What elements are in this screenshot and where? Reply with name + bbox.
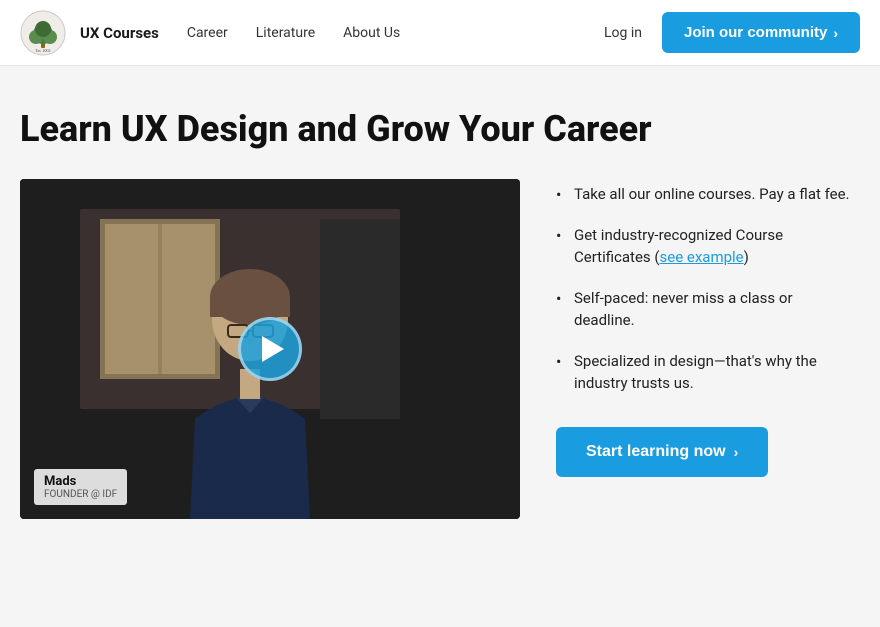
content-row: Mads FOUNDER @ IDF Take all our online c…	[20, 179, 850, 519]
video-person-role: FOUNDER @ IDF	[44, 489, 117, 500]
feature-item-2: Get industry-recognized Course Certifica…	[556, 224, 850, 269]
join-chevron-icon: ›	[833, 25, 838, 41]
right-content: Take all our online courses. Pay a flat …	[556, 179, 850, 477]
navbar: Est. 2002 UX Courses Career Literature A…	[0, 0, 880, 66]
join-community-label: Join our community	[684, 24, 827, 41]
video-person-label: Mads FOUNDER @ IDF	[34, 469, 127, 505]
play-icon	[262, 336, 284, 362]
start-learning-chevron-icon: ›	[734, 444, 739, 460]
start-learning-button[interactable]: Start learning now ›	[556, 427, 768, 477]
svg-text:Est. 2002: Est. 2002	[35, 48, 50, 53]
start-learning-label: Start learning now	[586, 443, 726, 461]
nav-link-career[interactable]: Career	[187, 25, 228, 41]
site-logo[interactable]: Est. 2002	[20, 10, 66, 56]
video-play-button[interactable]	[238, 317, 302, 381]
see-example-link[interactable]: see example	[660, 248, 744, 266]
feature-3-text: Self-paced: never miss a class or deadli…	[574, 289, 793, 330]
feature-item-3: Self-paced: never miss a class or deadli…	[556, 287, 850, 332]
nav-link-literature[interactable]: Literature	[256, 25, 315, 41]
feature-item-4: Specialized in design—that's why the ind…	[556, 350, 850, 395]
nav-links: UX Courses Career Literature About Us	[80, 24, 604, 42]
video-person-name: Mads	[44, 474, 117, 489]
nav-brand[interactable]: UX Courses	[80, 24, 159, 42]
feature-4-text: Specialized in design—that's why the ind…	[574, 352, 817, 393]
feature-list: Take all our online courses. Pay a flat …	[556, 183, 850, 395]
page-heading: Learn UX Design and Grow Your Career	[20, 108, 850, 151]
video-inner: Mads FOUNDER @ IDF	[20, 179, 520, 519]
nav-right: Log in Join our community ›	[604, 12, 860, 53]
login-link[interactable]: Log in	[604, 25, 642, 41]
feature-1-text: Take all our online courses. Pay a flat …	[574, 185, 850, 203]
main-content: Learn UX Design and Grow Your Career	[0, 66, 880, 559]
feature-item-1: Take all our online courses. Pay a flat …	[556, 183, 850, 206]
feature-2-text-after: )	[744, 248, 749, 266]
video-container: Mads FOUNDER @ IDF	[20, 179, 520, 519]
join-community-button[interactable]: Join our community ›	[662, 12, 860, 53]
nav-link-about-us[interactable]: About Us	[343, 25, 400, 41]
